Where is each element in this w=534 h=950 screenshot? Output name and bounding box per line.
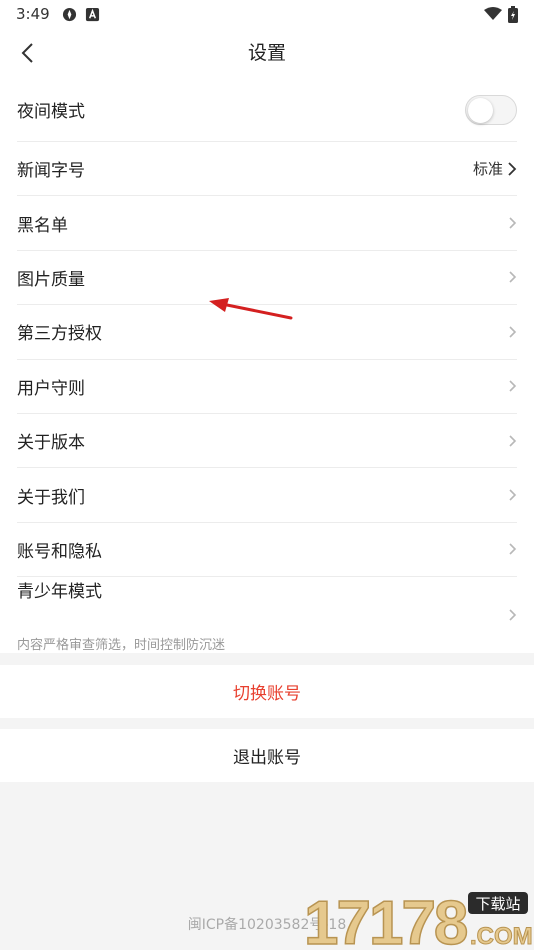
setting-night-mode: 夜间模式: [17, 78, 517, 142]
svg-text:下载站: 下载站: [475, 895, 520, 913]
back-button[interactable]: [12, 38, 42, 68]
setting-account-privacy[interactable]: 账号和隐私: [17, 523, 517, 578]
chevron-right-icon: [509, 543, 517, 555]
night-mode-toggle[interactable]: [465, 94, 517, 125]
chevron-left-icon: [21, 43, 33, 63]
chevron-right-icon: [508, 162, 517, 176]
chevron-right-icon: [509, 435, 517, 447]
status-time: 3:49: [16, 5, 50, 23]
setting-teen-mode[interactable]: 青少年模式 内容严格审查筛选，时间控制防沉迷: [17, 577, 517, 653]
chevron-right-icon: [509, 609, 517, 621]
setting-label: 青少年模式: [17, 582, 102, 603]
setting-label: 账号和隐私: [17, 541, 102, 562]
settings-list: 夜间模式 新闻字号 标准 黑名单 图片质量 第三方授权 用户守则 关于版本 关于…: [0, 78, 534, 654]
svg-text:.COM: .COM: [470, 923, 532, 950]
setting-blacklist[interactable]: 黑名单: [17, 196, 517, 251]
toggle-knob: [468, 97, 493, 123]
setting-subtitle: 内容严格审查筛选，时间控制防沉迷: [17, 638, 226, 654]
svg-text:17178: 17178: [304, 889, 467, 950]
setting-about-us[interactable]: 关于我们: [17, 468, 517, 523]
setting-label: 用户守则: [17, 378, 85, 399]
setting-label: 夜间模式: [17, 102, 85, 122]
setting-about-version[interactable]: 关于版本: [17, 414, 517, 469]
chevron-wrap: [507, 607, 517, 627]
setting-value: 标准: [472, 160, 503, 179]
app-header: 设置: [0, 28, 534, 78]
wifi-icon: [484, 7, 502, 20]
setting-user-rules[interactable]: 用户守则: [17, 360, 517, 414]
battery-icon: [508, 5, 518, 23]
text-a-icon: [85, 7, 99, 21]
status-bar: 3:49: [0, 0, 534, 28]
page-title: 设置: [247, 42, 286, 64]
switch-account-button[interactable]: 切换账号: [0, 665, 534, 718]
chevron-right-icon: [509, 380, 517, 392]
logout-button[interactable]: 退出账号: [0, 729, 534, 782]
watermark-logo: 17178 下载站 .COM: [303, 888, 532, 950]
chevron-right-icon: [509, 489, 517, 501]
annotation-arrow-icon: [209, 298, 293, 320]
setting-label: 新闻字号: [17, 161, 85, 182]
setting-font-size[interactable]: 新闻字号 标准: [17, 142, 517, 197]
chevron-right-icon: [509, 271, 517, 284]
chevron-right-icon: [509, 326, 517, 338]
setting-label: 关于版本: [17, 433, 85, 454]
setting-label: 图片质量: [17, 269, 85, 290]
setting-label: 黑名单: [17, 215, 68, 236]
compass-icon: [62, 7, 76, 21]
status-right: [484, 5, 518, 23]
setting-label: 关于我们: [17, 487, 85, 508]
chevron-right-icon: [509, 217, 517, 229]
